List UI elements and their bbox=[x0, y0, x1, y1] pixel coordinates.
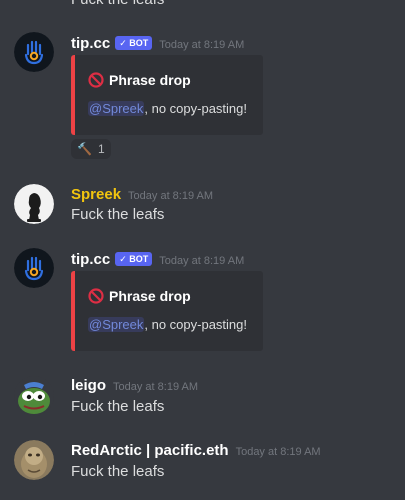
user-mention[interactable]: @Spreek bbox=[88, 317, 145, 332]
username[interactable]: RedArctic | pacific.eth bbox=[71, 442, 229, 459]
timestamp[interactable]: Today at 8:19 AM bbox=[113, 381, 198, 393]
timestamp[interactable]: Today at 8:19 AM bbox=[236, 446, 321, 458]
user-mention[interactable]: @Spreek bbox=[88, 101, 145, 116]
reaction-button[interactable]: 🔨 1 bbox=[71, 139, 111, 159]
avatar[interactable] bbox=[14, 184, 54, 224]
reaction-count: 1 bbox=[97, 142, 105, 156]
message-text: Fuck the leafs bbox=[71, 0, 164, 8]
embed-title: Phrase drop bbox=[109, 288, 191, 304]
embed-description: , no copy-pasting! bbox=[144, 317, 248, 332]
username[interactable]: tip.cc bbox=[71, 35, 110, 52]
chat-message-list: Fuck the leafs tip.cc ✓ BOT Today at 8:1… bbox=[0, 0, 405, 500]
avatar[interactable] bbox=[14, 440, 54, 480]
embed: Phrase drop @Spreek, no copy-pasting! bbox=[71, 55, 263, 135]
username[interactable]: leigo bbox=[71, 377, 106, 394]
avatar[interactable] bbox=[14, 32, 54, 72]
username[interactable]: tip.cc bbox=[71, 251, 110, 268]
no-entry-icon bbox=[88, 288, 104, 304]
embed-title: Phrase drop bbox=[109, 72, 191, 88]
bot-tag: ✓ BOT bbox=[115, 36, 153, 50]
message-text: Fuck the leafs bbox=[71, 206, 165, 223]
username[interactable]: Spreek bbox=[71, 186, 121, 203]
avatar[interactable] bbox=[14, 248, 54, 288]
embed-description: , no copy-pasting! bbox=[144, 101, 248, 116]
message-text: Fuck the leafs bbox=[71, 398, 165, 415]
hammer-icon: 🔨 bbox=[77, 142, 92, 156]
embed: Phrase drop @Spreek, no copy-pasting! bbox=[71, 271, 263, 351]
avatar[interactable] bbox=[14, 376, 54, 416]
bot-tag: ✓ BOT bbox=[115, 252, 153, 266]
timestamp[interactable]: Today at 8:19 AM bbox=[159, 39, 244, 51]
no-entry-icon bbox=[88, 72, 104, 88]
timestamp[interactable]: Today at 8:19 AM bbox=[128, 190, 213, 202]
timestamp[interactable]: Today at 8:19 AM bbox=[159, 255, 244, 267]
message-text: Fuck the leafs bbox=[71, 463, 165, 480]
